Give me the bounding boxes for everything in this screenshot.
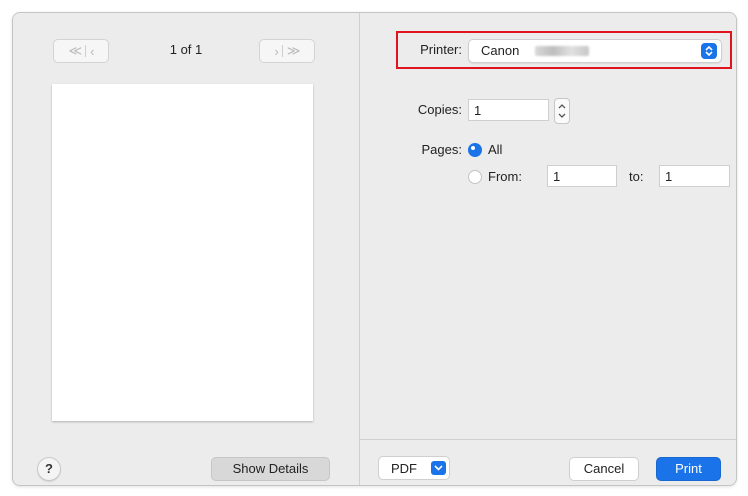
- from-page-field[interactable]: 1: [547, 165, 617, 187]
- copies-stepper[interactable]: [554, 98, 570, 124]
- settings-pane: Printer: Canon Copies: 1 Pages: All From…: [360, 13, 736, 485]
- copies-label: Copies:: [417, 102, 462, 117]
- to-label: to:: [629, 169, 644, 184]
- copies-field[interactable]: 1: [468, 99, 549, 121]
- redacted-printer-model: [535, 46, 589, 56]
- chevron-down-icon[interactable]: [431, 461, 446, 475]
- cancel-button[interactable]: Cancel: [569, 457, 639, 481]
- printer-value: Canon: [481, 43, 520, 58]
- footer-divider: [360, 439, 736, 440]
- to-page-field[interactable]: 1: [659, 165, 730, 187]
- select-arrows-icon[interactable]: [701, 43, 717, 59]
- first-prev-page-buttons[interactable]: ≪ ‹: [53, 39, 109, 63]
- previous-page-icon[interactable]: ‹: [90, 44, 94, 59]
- print-button[interactable]: Print: [656, 457, 721, 481]
- pdf-label: PDF: [391, 461, 417, 476]
- nav-separator: [281, 45, 283, 57]
- printer-label: Printer:: [420, 42, 462, 57]
- pages-from-label: From:: [488, 169, 522, 184]
- pages-all-label: All: [488, 142, 503, 157]
- pages-label: Pages:: [421, 142, 462, 157]
- first-page-icon[interactable]: ≪: [69, 43, 83, 59]
- pdf-menu-button[interactable]: PDF: [378, 456, 450, 480]
- printer-select[interactable]: Canon: [468, 39, 722, 63]
- pages-all-radio[interactable]: [468, 143, 482, 157]
- stepper-arrows-icon: [558, 104, 566, 118]
- page-preview: [52, 84, 313, 421]
- next-last-page-buttons[interactable]: › ≫: [259, 39, 315, 63]
- last-page-icon[interactable]: ≫: [287, 43, 301, 59]
- print-dialog: ≪ ‹ 1 of 1 › ≫ ? Show Details Printer: C…: [12, 12, 737, 486]
- show-details-button[interactable]: Show Details: [211, 457, 330, 481]
- page-indicator: 1 of 1: [169, 42, 203, 57]
- preview-pane: ≪ ‹ 1 of 1 › ≫ ? Show Details: [13, 13, 360, 485]
- pages-from-radio[interactable]: [468, 170, 482, 184]
- nav-separator: [85, 45, 87, 57]
- next-page-icon[interactable]: ›: [275, 44, 279, 59]
- help-button[interactable]: ?: [37, 457, 61, 481]
